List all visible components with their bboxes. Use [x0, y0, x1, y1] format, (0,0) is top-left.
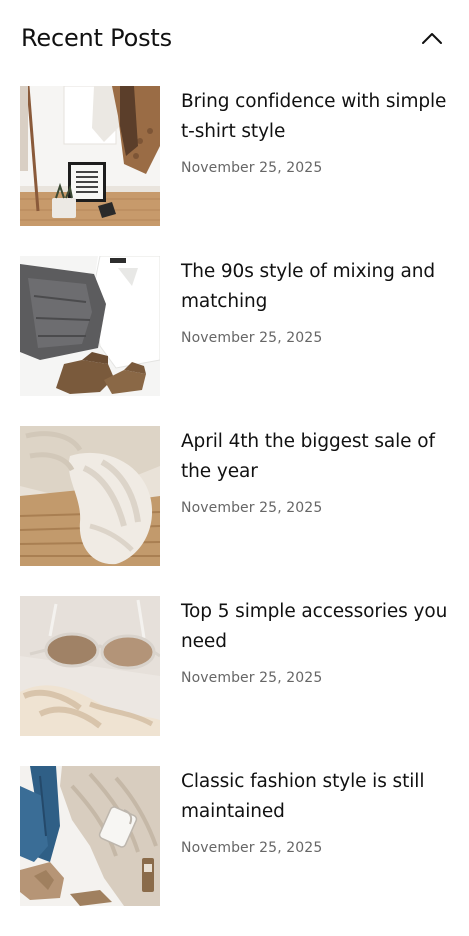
post-item: Top 5 simple accessories you need Novemb…	[20, 596, 450, 736]
flatlay-outfit-image	[20, 766, 160, 906]
post-title-link[interactable]: April 4th the biggest sale of the year	[181, 427, 449, 487]
knit-sweater-image	[20, 426, 160, 566]
recent-posts-widget: Recent Posts Bring confidence with simpl…	[0, 0, 469, 931]
chevron-up-icon[interactable]	[420, 26, 444, 50]
post-thumbnail-link[interactable]	[20, 596, 160, 736]
post-item: The 90s style of mixing and matching Nov…	[20, 256, 450, 396]
post-body: Bring confidence with simple t-shirt sty…	[181, 87, 449, 176]
clothes-rack-image	[20, 86, 160, 226]
post-item: April 4th the biggest sale of the year N…	[20, 426, 450, 566]
post-item: Classic fashion style is still maintaine…	[20, 766, 450, 906]
post-thumbnail-link[interactable]	[20, 426, 160, 566]
post-thumbnail-link[interactable]	[20, 256, 160, 396]
post-date: November 25, 2025	[181, 500, 323, 516]
recent-posts-header[interactable]: Recent Posts	[21, 18, 447, 58]
post-list: Bring confidence with simple t-shirt sty…	[20, 86, 450, 936]
post-title-link[interactable]: The 90s style of mixing and matching	[181, 257, 449, 317]
post-date: November 25, 2025	[181, 670, 323, 686]
post-date: November 25, 2025	[181, 840, 323, 856]
post-thumbnail-link[interactable]	[20, 86, 160, 226]
post-title-link[interactable]: Classic fashion style is still maintaine…	[181, 767, 449, 827]
post-date: November 25, 2025	[181, 160, 323, 176]
post-title-link[interactable]: Top 5 simple accessories you need	[181, 597, 449, 657]
folded-jeans-image	[20, 256, 160, 396]
post-title-link[interactable]: Bring confidence with simple t-shirt sty…	[181, 87, 449, 147]
post-date: November 25, 2025	[181, 330, 323, 346]
sunglasses-image	[20, 596, 160, 736]
post-body: Classic fashion style is still maintaine…	[181, 767, 449, 856]
post-body: The 90s style of mixing and matching Nov…	[181, 257, 449, 346]
post-body: April 4th the biggest sale of the year N…	[181, 427, 449, 516]
post-body: Top 5 simple accessories you need Novemb…	[181, 597, 449, 686]
post-item: Bring confidence with simple t-shirt sty…	[20, 86, 450, 226]
widget-title: Recent Posts	[21, 24, 172, 52]
post-thumbnail-link[interactable]	[20, 766, 160, 906]
